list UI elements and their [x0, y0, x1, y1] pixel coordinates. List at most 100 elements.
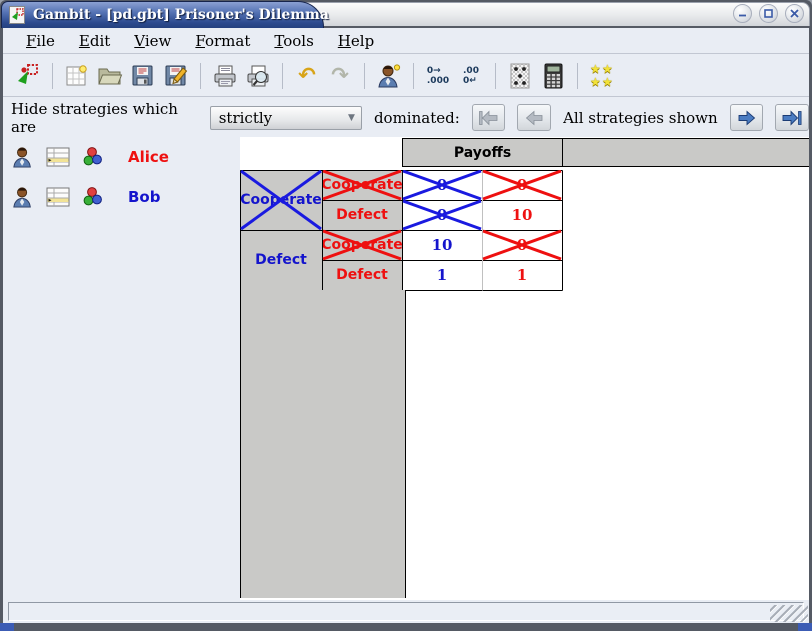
compute-nash-button[interactable]: ★★ ★★ — [587, 61, 617, 91]
nash-stars-icon: ★★ ★★ — [589, 63, 615, 89]
dominance-previous-level-button[interactable] — [517, 104, 551, 131]
dominance-mode-dropdown[interactable]: strictly ▼ — [210, 106, 362, 130]
row-strategy-defect[interactable]: Defect — [240, 230, 322, 290]
print-icon — [212, 64, 238, 88]
toolbar-separator — [200, 63, 201, 89]
arrow-to-end-icon — [782, 110, 803, 126]
toolbar-separator — [282, 63, 283, 89]
strategy-sheet-icon[interactable] — [46, 146, 70, 168]
dominance-last-level-button[interactable] — [775, 104, 809, 131]
payoff-cell-blue[interactable]: 1 — [402, 260, 482, 290]
toolbar-separator — [364, 63, 365, 89]
print-preview-icon — [245, 64, 271, 88]
payoff-cell-blue[interactable]: 0 — [402, 170, 482, 200]
payoff-cell-red[interactable]: 10 — [482, 200, 562, 230]
status-message — [8, 602, 804, 621]
payoff-matrix: Cooperate Defect Cooperate Defect Cooper… — [240, 170, 563, 291]
gambit-logo-icon — [15, 63, 41, 89]
save-icon — [131, 64, 155, 88]
menu-edit[interactable]: Edit — [68, 30, 121, 52]
player-row-bob: Bob — [12, 185, 160, 209]
gambit-logo-button[interactable] — [13, 61, 43, 91]
print-preview-button[interactable] — [243, 61, 273, 91]
player-name-alice[interactable]: Alice — [128, 148, 169, 166]
menu-format[interactable]: Format — [184, 30, 261, 52]
window-corner-accent — [798, 623, 812, 631]
window-title: Gambit - [pd.gbt] Prisoner's Dilemma — [33, 7, 329, 23]
payoff-cell-red[interactable]: 0 — [482, 230, 562, 260]
save-game-as-button[interactable] — [161, 61, 191, 91]
row-label-column-extension — [240, 290, 406, 598]
dominance-status-text: All strategies shown — [563, 109, 718, 127]
dominance-next-level-button[interactable] — [730, 104, 764, 131]
arrow-to-start-icon — [478, 110, 499, 126]
maximize-button[interactable] — [759, 4, 778, 23]
player-icon[interactable] — [12, 185, 34, 209]
decrease-decimals-button[interactable]: .00 0↵ — [456, 61, 486, 91]
arrow-right-icon — [737, 110, 757, 126]
toolbar: ↶ ↷ 0→ .000 .00 0↵ — [3, 55, 809, 97]
dominance-toolbar: Hide strategies which are strictly ▼ dom… — [3, 98, 809, 137]
col-strategy-cooperate[interactable]: Cooperate — [322, 170, 402, 200]
new-game-button[interactable] — [62, 61, 92, 91]
calculator-button[interactable] — [538, 61, 568, 91]
calculator-icon — [541, 63, 565, 89]
redo-button[interactable]: ↷ — [325, 61, 355, 91]
menu-bar: File Edit View Format Tools Help — [3, 28, 809, 54]
titlebar-tab[interactable]: Gambit - [pd.gbt] Prisoner's Dilemma — [1, 1, 324, 28]
col-strategy-defect[interactable]: Defect — [322, 260, 402, 290]
open-game-button[interactable] — [95, 61, 125, 91]
minimize-button[interactable] — [733, 4, 752, 23]
toolbar-separator — [495, 63, 496, 89]
decrease-decimals-icon: .00 0↵ — [463, 66, 479, 86]
strategy-sheet-icon[interactable] — [46, 186, 70, 208]
dominated-label: dominated: — [374, 109, 460, 127]
probabilities-icon — [509, 63, 531, 89]
row-strategy-cooperate[interactable]: Cooperate — [240, 170, 322, 230]
view-probabilities-button[interactable] — [505, 61, 535, 91]
arrow-left-icon — [524, 110, 544, 126]
undo-button[interactable]: ↶ — [292, 61, 322, 91]
payoff-cell-blue[interactable]: 0 — [402, 200, 482, 230]
payoffs-header: Payoffs — [402, 138, 563, 167]
titlebar[interactable] — [290, 2, 810, 26]
close-button[interactable] — [785, 4, 804, 23]
new-game-icon — [65, 64, 89, 88]
save-as-icon — [164, 64, 188, 88]
payoff-cell-blue[interactable]: 10 — [402, 230, 482, 260]
app-client-area: File Edit View Format Tools Help — [3, 28, 809, 623]
empty-header — [562, 138, 809, 167]
dominance-first-level-button[interactable] — [472, 104, 506, 131]
print-button[interactable] — [210, 61, 240, 91]
increase-decimals-button[interactable]: 0→ .000 — [423, 61, 453, 91]
status-bar — [3, 600, 809, 623]
player-row-alice: Alice — [12, 145, 169, 169]
gambit-window: Gambit - [pd.gbt] Prisoner's Dilemma Fil… — [0, 0, 812, 631]
player-icon[interactable] — [12, 145, 34, 169]
chevron-down-icon: ▼ — [348, 113, 355, 123]
maximize-icon — [763, 8, 774, 19]
window-corner-accent — [0, 623, 14, 631]
dropdown-value: strictly — [219, 109, 272, 127]
undo-icon: ↶ — [298, 65, 316, 86]
payoff-cell-red[interactable]: 1 — [482, 260, 562, 290]
save-game-button[interactable] — [128, 61, 158, 91]
minimize-icon — [737, 8, 748, 19]
edit-players-button[interactable] — [374, 61, 404, 91]
toolbar-separator — [577, 63, 578, 89]
menu-file[interactable]: File — [15, 30, 66, 52]
player-icon — [377, 63, 401, 89]
payoff-cell-red[interactable]: 0 — [482, 170, 562, 200]
menu-help[interactable]: Help — [327, 30, 385, 52]
open-folder-icon — [97, 64, 123, 88]
player-color-icon[interactable] — [82, 186, 104, 208]
app-icon — [9, 6, 25, 24]
game-sheet-area: Alice — [3, 137, 809, 600]
menu-view[interactable]: View — [123, 30, 182, 52]
menu-tools[interactable]: Tools — [263, 30, 324, 52]
col-strategy-defect[interactable]: Defect — [322, 200, 402, 230]
col-strategy-cooperate[interactable]: Cooperate — [322, 230, 402, 260]
resize-grip[interactable] — [770, 605, 808, 622]
player-color-icon[interactable] — [82, 146, 104, 168]
player-name-bob[interactable]: Bob — [128, 188, 160, 206]
